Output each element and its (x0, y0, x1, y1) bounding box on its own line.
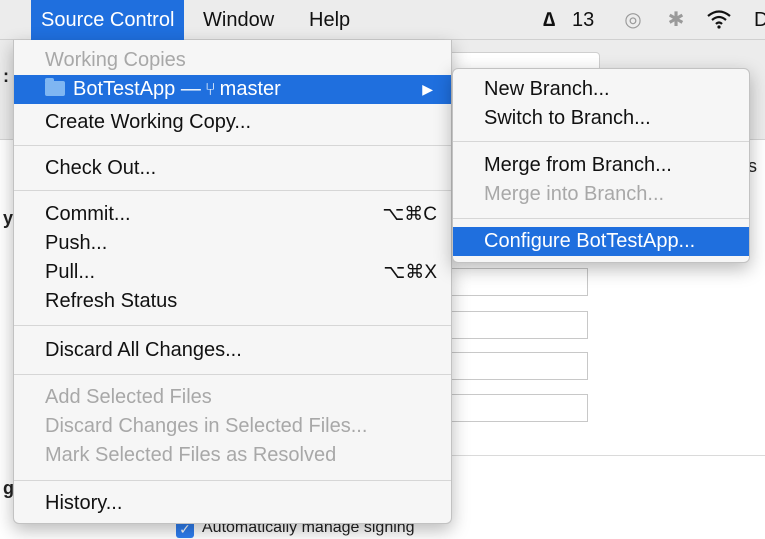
menubar-window[interactable]: Window (193, 0, 284, 40)
working-copies-header: Working Copies (45, 49, 186, 71)
branch-icon: ⑂ (204, 79, 216, 99)
menubar-right-fragment[interactable]: D (754, 0, 765, 40)
adobe-icon[interactable]: ∆ (543, 0, 555, 40)
menu-item-bottestapp[interactable]: BotTestApp — ⑂ master ▶ (14, 75, 451, 104)
menu-separator (14, 190, 451, 191)
background-text-field[interactable] (440, 268, 588, 296)
menu-separator (14, 325, 451, 326)
submenu-separator (453, 218, 749, 219)
menu-separator (14, 480, 451, 481)
submenu-arrow-icon: ▶ (422, 81, 433, 97)
background-divider (440, 455, 765, 456)
submenu-item-new-branch[interactable]: New Branch... (453, 75, 749, 104)
menu-item-pull[interactable]: Pull... ⌥⌘X (14, 258, 451, 287)
folder-icon (45, 78, 65, 96)
menu-separator (14, 145, 451, 146)
menu-item-mark-resolved[interactable]: Mark Selected Files as Resolved (14, 441, 451, 470)
menubar-source-control[interactable]: Source Control (31, 0, 185, 40)
bluetooth-icon[interactable]: ✱ (666, 0, 686, 40)
menu-item-check-out[interactable]: Check Out... (14, 154, 451, 183)
submenu-item-switch-branch[interactable]: Switch to Branch... (453, 104, 749, 133)
wifi-icon[interactable] (704, 0, 734, 40)
menu-separator (14, 374, 451, 375)
pull-shortcut: ⌥⌘X (383, 262, 437, 283)
project-name: BotTestApp — (73, 78, 201, 100)
background-text-fragment: y (3, 208, 14, 228)
pull-label: Pull... (45, 261, 96, 283)
submenu-item-merge-into[interactable]: Merge into Branch... (453, 180, 749, 209)
background-text-field[interactable] (440, 394, 588, 422)
menubar-help[interactable]: Help (299, 0, 360, 40)
background-text-field[interactable] (440, 352, 588, 380)
activity-icon[interactable]: ◎ (620, 0, 646, 40)
menu-item-refresh-status[interactable]: Refresh Status (14, 287, 451, 316)
commit-shortcut: ⌥⌘C (382, 204, 437, 225)
menu-item-discard-selected[interactable]: Discard Changes in Selected Files... (14, 412, 451, 441)
menu-item-create-working-copy[interactable]: Create Working Copy... (14, 108, 451, 137)
adobe-count: 13 (572, 9, 595, 31)
branch-submenu: New Branch... Switch to Branch... Merge … (452, 68, 750, 263)
submenu-item-configure[interactable]: Configure BotTestApp... (453, 227, 749, 256)
menu-item-push[interactable]: Push... (14, 229, 451, 258)
branch-name: master (219, 78, 281, 100)
commit-label: Commit... (45, 203, 131, 225)
menu-bar: Source Control Window Help ∆ 13 ◎ ✱ D (0, 0, 765, 40)
source-control-menu: Working Copies BotTestApp — ⑂ master ▶ Cre… (13, 40, 452, 524)
menu-item-history[interactable]: History... (14, 489, 451, 518)
menu-item-discard-all[interactable]: Discard All Changes... (14, 336, 451, 365)
submenu-separator (453, 141, 749, 142)
submenu-item-merge-from[interactable]: Merge from Branch... (453, 151, 749, 180)
menu-item-add-selected[interactable]: Add Selected Files (14, 383, 451, 412)
menu-item-commit[interactable]: Commit... ⌥⌘C (14, 200, 451, 229)
background-text-field[interactable] (440, 311, 588, 339)
background-text-fragment: : (3, 66, 9, 86)
